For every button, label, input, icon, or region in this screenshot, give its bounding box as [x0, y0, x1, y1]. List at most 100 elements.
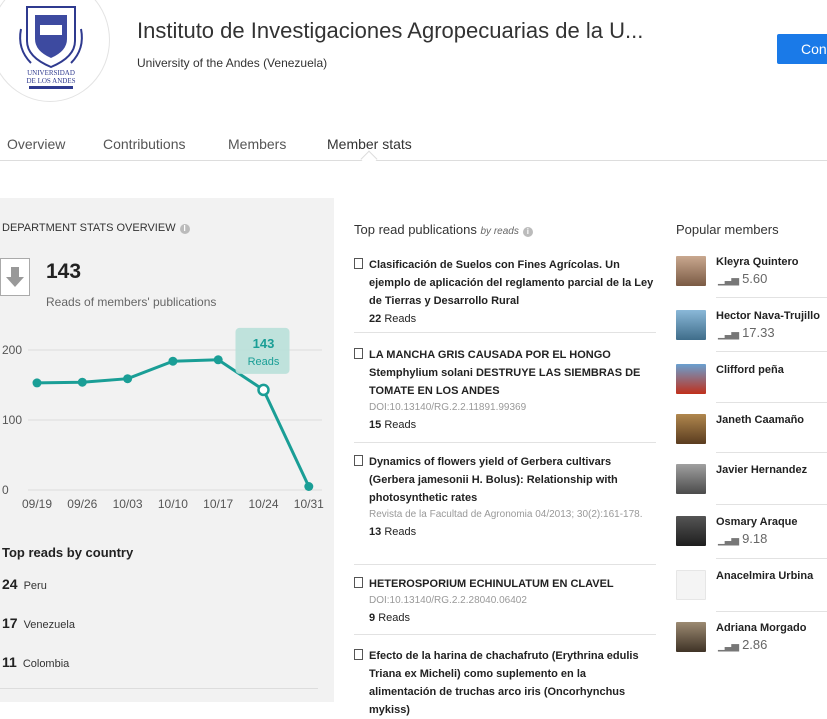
tab-member-stats[interactable]: Member stats [327, 136, 412, 152]
country-count: 24 [2, 576, 18, 592]
publication-item: Dynamics of flowers yield of Gerbera cul… [354, 453, 656, 541]
country-count: 11 [2, 654, 17, 670]
divider [716, 504, 827, 505]
document-icon [354, 258, 363, 269]
reads-line-chart: 0 100 200 09/19 09/26 10/03 10/10 10/17 10/24 10/… [2, 327, 324, 511]
publications-heading: Top read publications by reads i [354, 222, 533, 237]
reads-label: Reads of members' publications [46, 295, 217, 309]
divider [354, 634, 656, 635]
document-icon [354, 348, 363, 359]
member-score: ▁▃▅ 2.86 [718, 637, 768, 652]
document-icon [354, 577, 363, 588]
info-icon[interactable]: i [522, 227, 533, 237]
avatar[interactable] [676, 516, 706, 546]
member-name[interactable]: Anacelmira Urbina [716, 570, 813, 582]
publication-title[interactable]: LA MANCHA GRIS CAUSADA POR EL HONGO Stem… [369, 346, 656, 400]
group-title: Instituto de Investigaciones Agropecuari… [137, 18, 644, 43]
divider [354, 442, 656, 443]
publication-title[interactable]: HETEROSPORIUM ECHINULATUM EN CLAVEL [369, 575, 656, 593]
document-icon [354, 649, 363, 660]
publication-doi: DOI:10.13140/RG.2.2.28040.06402 [369, 595, 527, 606]
avatar[interactable] [676, 310, 706, 340]
x-tick-label: 10/10 [158, 497, 188, 511]
y-tick-label: 0 [2, 483, 9, 497]
x-tick-label: 10/17 [203, 497, 233, 511]
x-tick-label: 10/03 [113, 497, 143, 511]
overview-title: DEPARTMENT STATS OVERVIEW [2, 222, 176, 234]
divider [716, 402, 827, 403]
data-point [257, 383, 270, 397]
publication-title[interactable]: Clasificación de Suelos con Fines Agríco… [369, 256, 656, 310]
reads-count: 143 [46, 260, 82, 283]
publication-reads: 9 Reads [369, 612, 410, 624]
publication-doi: DOI:10.13140/RG.2.2.11891.99369 [369, 402, 527, 413]
reads-icon [0, 258, 30, 296]
member-name[interactable]: Hector Nava-Trujillo [716, 310, 820, 322]
publication-item: LA MANCHA GRIS CAUSADA POR EL HONGO Stem… [354, 346, 656, 434]
y-tick-label: 200 [2, 343, 22, 357]
country-name: Venezuela [23, 619, 75, 631]
member-name[interactable]: Adriana Morgado [716, 622, 806, 634]
country-row: 17 Venezuela [2, 615, 75, 631]
country-row: 24 Peru [2, 576, 47, 592]
divider [716, 351, 827, 352]
avatar[interactable] [676, 570, 706, 600]
publication-reads: 15 Reads [369, 419, 417, 431]
stats-bars-icon: ▁▃▅ [718, 275, 739, 286]
group-subtitle[interactable]: University of the Andes (Venezuela) [137, 56, 327, 70]
connect-button[interactable]: Con [777, 34, 827, 64]
member-name[interactable]: Osmary Araque [716, 516, 798, 528]
tooltip-value: 143 [253, 336, 275, 351]
publication-reads: 13 Reads [369, 526, 417, 538]
tab-contributions[interactable]: Contributions [103, 136, 186, 152]
member-name[interactable]: Janeth Caamaño [716, 414, 804, 426]
member-score: ▁▃▅ 9.18 [718, 531, 768, 546]
avatar[interactable] [676, 256, 706, 286]
tooltip-label: Reads [248, 356, 280, 368]
institution-logo[interactable]: UNIVERSIDAD DE LOS ANDES [0, 0, 110, 102]
tab-bar: Overview Contributions Members Member st… [0, 120, 827, 162]
publication-title[interactable]: Efecto de la harina de chachafruto (Eryt… [369, 647, 656, 719]
svg-text:DE LOS ANDES: DE LOS ANDES [26, 77, 75, 85]
publication-item: HETEROSPORIUM ECHINULATUM EN CLAVEL DOI:… [354, 575, 656, 627]
divider [354, 332, 656, 333]
overview-heading: DEPARTMENT STATS OVERVIEW i [2, 222, 190, 234]
avatar[interactable] [676, 622, 706, 652]
stats-bars-icon: ▁▃▅ [718, 641, 739, 652]
avatar[interactable] [676, 464, 706, 494]
publications-sort: by reads [480, 226, 519, 237]
member-score: ▁▃▅ 5.60 [718, 271, 768, 286]
country-count: 17 [2, 615, 18, 631]
data-point [168, 356, 178, 366]
x-tick-label: 10/31 [294, 497, 324, 511]
tab-members[interactable]: Members [228, 136, 286, 152]
svg-text:UNIVERSIDAD: UNIVERSIDAD [27, 69, 75, 77]
publications-title: Top read publications [354, 222, 477, 237]
publication-journal: Revista de la Facultad de Agronomia 04/2… [369, 509, 643, 520]
x-tick-label: 09/19 [22, 497, 52, 511]
x-tick-label: 09/26 [67, 497, 97, 511]
arrow-down-icon [6, 267, 24, 287]
divider [716, 297, 827, 298]
data-point [304, 482, 314, 491]
document-icon [354, 455, 363, 466]
series-line [36, 358, 311, 488]
stats-bars-icon: ▁▃▅ [718, 329, 739, 340]
info-icon[interactable]: i [179, 224, 190, 234]
publication-title[interactable]: Dynamics of flowers yield of Gerbera cul… [369, 453, 656, 507]
member-score: ▁▃▅ 17.33 [718, 325, 775, 340]
member-name[interactable]: Javier Hernandez [716, 464, 807, 476]
tab-overview[interactable]: Overview [7, 136, 65, 152]
country-name: Peru [23, 580, 47, 592]
x-tick-label: 10/24 [248, 497, 278, 511]
top-countries-title: Top reads by country [2, 545, 134, 560]
popular-members-title: Popular members [676, 222, 779, 237]
member-name[interactable]: Clifford peña [716, 364, 784, 376]
university-seal-icon: UNIVERSIDAD DE LOS ANDES [19, 6, 83, 89]
member-name[interactable]: Kleyra Quintero [716, 256, 799, 268]
publication-item: Clasificación de Suelos con Fines Agríco… [354, 256, 656, 328]
avatar[interactable] [676, 414, 706, 444]
divider [716, 611, 827, 612]
divider [354, 564, 656, 565]
avatar[interactable] [676, 364, 706, 394]
